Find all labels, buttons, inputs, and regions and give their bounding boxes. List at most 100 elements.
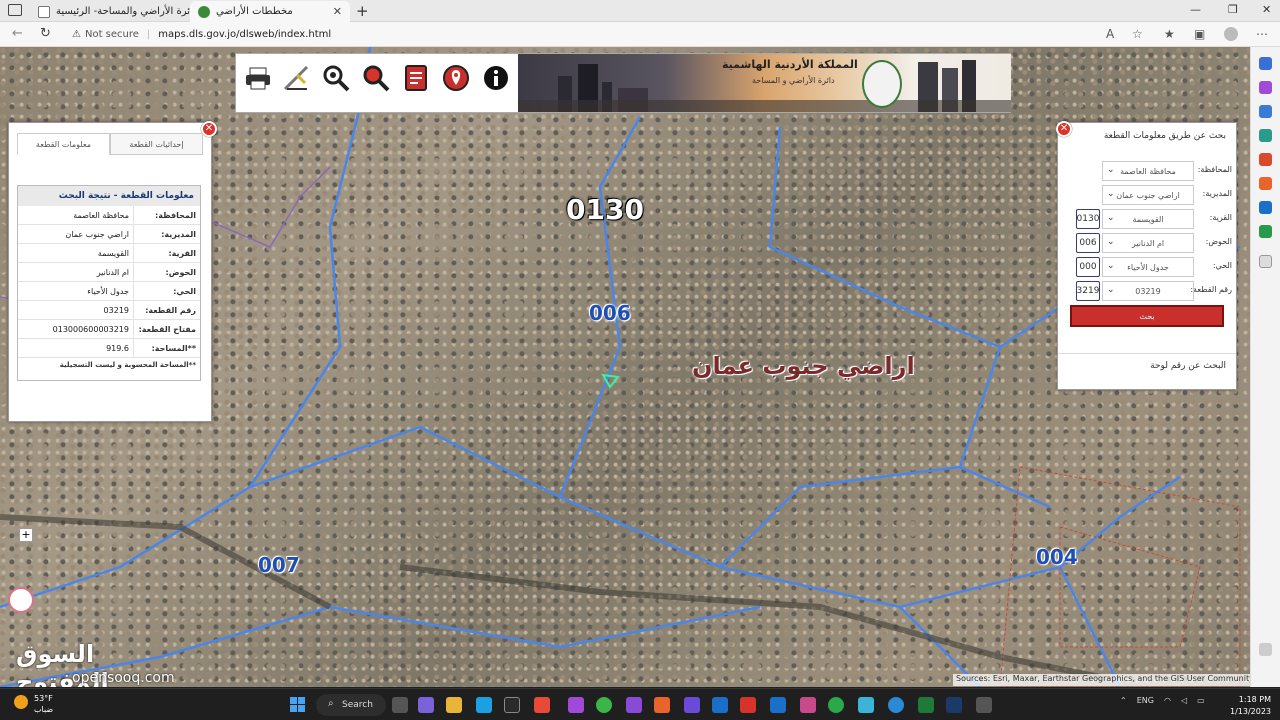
directorate-row: المديرية: اراضي جنوب عمان ⌄ xyxy=(1062,185,1232,205)
media-icon[interactable] xyxy=(626,697,642,713)
language-indicator[interactable]: ENG xyxy=(1137,696,1154,705)
design-icon[interactable] xyxy=(800,697,816,713)
wifi-icon[interactable]: ◠ xyxy=(1164,696,1171,705)
url-field[interactable]: ⚠ Not secure | maps.dls.gov.jo/dlsweb/in… xyxy=(66,25,1156,44)
read-aloud-icon[interactable]: A xyxy=(1106,27,1114,41)
close-tab-icon[interactable]: ✕ xyxy=(327,5,342,18)
minimize-icon[interactable]: — xyxy=(1190,3,1201,16)
collections-icon[interactable]: ▣ xyxy=(1194,27,1205,41)
task-view-icon[interactable] xyxy=(392,697,408,713)
basin-select[interactable]: ام الدنانير ⌄ xyxy=(1102,233,1194,253)
close-window-icon[interactable]: ✕ xyxy=(1262,3,1271,16)
village-code-field[interactable]: 0130 xyxy=(1076,209,1100,229)
volume-icon[interactable]: ◁ xyxy=(1181,696,1187,705)
basin-row: الحوض: ام الدنانير ⌄ 006 xyxy=(1062,233,1232,253)
chevron-down-icon: ⌄ xyxy=(1107,285,1115,295)
chevron-up-icon[interactable]: ⌃ xyxy=(1120,696,1127,705)
search-icon[interactable] xyxy=(360,62,392,94)
settings-icon[interactable] xyxy=(1259,643,1272,656)
opera-icon[interactable] xyxy=(534,697,550,713)
table-row: المديرية: اراضي جنوب عمان xyxy=(18,225,200,244)
basin-code-field[interactable]: 006 xyxy=(1076,233,1100,253)
search-location-icon[interactable] xyxy=(320,62,352,94)
tab-dls-home[interactable]: دائرة الأراضي والمساحة- الرئيسية ✕ xyxy=(30,1,190,22)
taskbar-search[interactable]: ⌕ Search xyxy=(316,694,386,716)
drop-icon[interactable] xyxy=(1259,225,1272,238)
favorite-add-icon[interactable]: ☆ xyxy=(1132,27,1143,41)
weather-condition: ضباب xyxy=(34,705,54,714)
reload-icon[interactable]: ↻ xyxy=(40,26,51,41)
plate-search-link[interactable]: البحث عن رقم لوحة xyxy=(1150,361,1226,371)
battery-icon[interactable]: ▭ xyxy=(1197,696,1205,705)
neighborhood-select[interactable]: جدول الأحياء ⌄ xyxy=(1102,257,1194,277)
excel-icon[interactable] xyxy=(918,697,934,713)
whatsapp-icon[interactable] xyxy=(828,697,844,713)
tab-title: دائرة الأراضي والمساحة- الرئيسية xyxy=(56,6,190,17)
compass-icon[interactable] xyxy=(8,587,34,613)
close-panel-button[interactable]: ✕ xyxy=(201,121,217,137)
tab-parcel-info[interactable]: معلومات القطعة xyxy=(17,133,110,155)
table-row: **المساحة: 919.6 xyxy=(18,339,200,358)
office-icon[interactable] xyxy=(1259,177,1272,190)
table-row: الحوض: ام الدنانير xyxy=(18,263,200,282)
tools-icon[interactable] xyxy=(1259,129,1272,142)
zoom-in-button[interactable]: + xyxy=(19,528,33,542)
location-pin-icon[interactable] xyxy=(440,62,472,94)
favorites-icon[interactable]: ★ xyxy=(1164,27,1175,41)
chevron-down-icon: ⌄ xyxy=(1107,261,1115,271)
pdf-icon[interactable] xyxy=(740,697,756,713)
weather-icon xyxy=(14,695,28,709)
start-button[interactable] xyxy=(290,697,305,712)
search-button[interactable]: بحث xyxy=(1070,305,1224,327)
outlook-icon[interactable] xyxy=(770,697,786,713)
chevron-down-icon: ⌄ xyxy=(1107,165,1115,175)
app-icon[interactable] xyxy=(684,697,700,713)
windows-taskbar: 53°F ضباب ⌕ Search ⌃ ENG ◠ ◁ ▭ 1:18 PM 1… xyxy=(0,688,1280,720)
app-icon[interactable] xyxy=(858,697,874,713)
edge-icon[interactable] xyxy=(888,697,904,713)
add-icon[interactable] xyxy=(1259,255,1272,268)
games-icon[interactable] xyxy=(1259,153,1272,166)
tab-land-maps[interactable]: مخططات الأراضي ✕ xyxy=(190,1,350,22)
shopping-icon[interactable] xyxy=(1259,105,1272,118)
new-tab-button[interactable]: + xyxy=(356,2,369,20)
tab-parcel-coordinates[interactable]: إحداثيات القطعة xyxy=(110,133,203,155)
more-icon[interactable]: ⋯ xyxy=(1256,27,1268,41)
info-icon[interactable] xyxy=(480,62,512,94)
directorate-select[interactable]: اراضي جنوب عمان ⌄ xyxy=(1102,185,1194,205)
search-icon[interactable] xyxy=(1259,57,1272,70)
measure-icon[interactable] xyxy=(280,62,312,94)
governorate-select[interactable]: محافظة العاصمة ⌄ xyxy=(1102,161,1194,181)
copilot-icon[interactable] xyxy=(1259,81,1272,94)
system-tray: ⌃ ENG ◠ ◁ ▭ xyxy=(1120,696,1205,705)
back-icon[interactable]: ← xyxy=(12,26,23,41)
neighborhood-code-field[interactable]: 000 xyxy=(1076,257,1100,277)
print-icon[interactable] xyxy=(242,62,274,94)
maximize-icon[interactable]: ❐ xyxy=(1228,3,1238,16)
parcel-number-field[interactable]: 3219 xyxy=(1076,281,1100,301)
outlook-icon[interactable] xyxy=(1259,201,1272,214)
parcel-number-select[interactable]: 03219 ⌄ xyxy=(1102,281,1194,301)
word-icon[interactable] xyxy=(712,697,728,713)
close-panel-button[interactable]: ✕ xyxy=(1056,121,1072,137)
clock[interactable]: 1:18 PM 1/13/2023 xyxy=(1230,694,1271,718)
teams-icon[interactable] xyxy=(418,697,434,713)
tab-actions-icon[interactable] xyxy=(8,4,22,16)
village-select[interactable]: القويسمة ⌄ xyxy=(1102,209,1194,229)
governorate-row: المحافظة: محافظة العاصمة ⌄ xyxy=(1062,161,1232,181)
skype-icon[interactable] xyxy=(476,697,492,713)
report-icon[interactable] xyxy=(400,62,432,94)
app-icon[interactable] xyxy=(976,697,992,713)
kingdom-title: المملكة الأردنية الهاشمية xyxy=(722,58,858,71)
chevron-down-icon: ⌄ xyxy=(1107,213,1115,223)
messenger-icon[interactable] xyxy=(568,697,584,713)
file-explorer-icon[interactable] xyxy=(446,697,462,713)
profile-avatar[interactable] xyxy=(1224,27,1238,41)
clock-date: 1/13/2023 xyxy=(1230,707,1272,716)
terminal-icon[interactable] xyxy=(504,697,520,713)
neighbor-code-label: 007 xyxy=(258,553,300,577)
chrome-icon[interactable] xyxy=(596,697,612,713)
neighborhood-row: الحي: جدول الأحياء ⌄ 000 xyxy=(1062,257,1232,277)
office-icon[interactable] xyxy=(654,697,670,713)
terminal-icon[interactable] xyxy=(946,697,962,713)
